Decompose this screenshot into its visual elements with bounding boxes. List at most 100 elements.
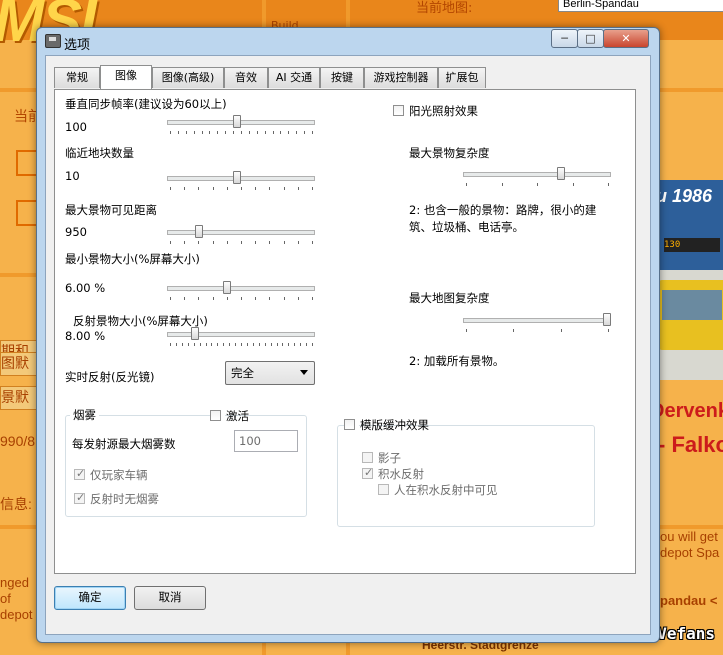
slider-tick (270, 343, 272, 346)
background-text: 990/8 (0, 433, 36, 449)
slider-tick (246, 343, 248, 346)
reflect-object-size-slider[interactable] (167, 327, 315, 348)
object-complexity-slider[interactable] (463, 167, 611, 188)
shadow-checkbox[interactable] (362, 452, 373, 463)
slider-tick (296, 131, 298, 134)
tab-ai-traffic[interactable]: AI 交通 (268, 67, 320, 88)
background-text: depot Spa (660, 545, 720, 560)
slider-tick (255, 297, 257, 300)
slider-tick (198, 187, 200, 190)
background-map-select[interactable]: Berlin-Spandau (558, 0, 723, 12)
slider-tick (198, 241, 200, 244)
slider-ticks (167, 297, 315, 301)
stencil-checkbox[interactable] (344, 419, 355, 430)
slider-thumb[interactable] (190, 327, 199, 340)
slider-tick (560, 329, 562, 332)
slider-tick (513, 329, 515, 332)
slider-tick (184, 297, 186, 300)
slider-tick (297, 241, 299, 244)
slider-tick (288, 131, 290, 134)
tab-addons[interactable]: 扩展包 (438, 67, 486, 88)
slider-tick (608, 183, 609, 186)
minimize-button[interactable]: ─ (551, 29, 578, 48)
tab-graphics-advanced[interactable]: 图像(高级) (152, 67, 224, 88)
slider-ticks (167, 187, 315, 191)
slider-ticks (167, 241, 315, 245)
only-player-label: 仅玩家车辆 (90, 468, 148, 482)
ok-button[interactable]: 确定 (54, 586, 126, 610)
window-title: 选项 (64, 38, 91, 53)
object-distance-slider[interactable] (167, 225, 315, 246)
bus-window (662, 290, 722, 320)
slider-tick (276, 343, 278, 346)
slider-tick (212, 297, 214, 300)
tab-game-controller[interactable]: 游戏控制器 (364, 67, 438, 88)
slider-track[interactable] (167, 286, 315, 291)
stencil-row[interactable]: 模版缓冲效果 (344, 418, 429, 433)
background-map-label: 当前地图: (416, 1, 473, 16)
slider-track[interactable] (463, 318, 611, 323)
map-complexity-slider[interactable] (463, 313, 611, 334)
slider-thumb[interactable] (223, 281, 231, 294)
fog-activate-row[interactable]: 激活 (210, 409, 249, 424)
slider-track[interactable] (167, 176, 315, 181)
slider-tick (282, 343, 284, 346)
background-text: nged (0, 575, 29, 590)
max-smoke-label: 每发射源最大烟雾数 (72, 437, 176, 451)
slider-tick (306, 343, 308, 346)
title-bar[interactable]: 选项 ─ □ ✕ (37, 28, 659, 54)
background-poster: u 1986 130 (652, 180, 723, 380)
slider-tick (241, 131, 242, 134)
slider-tick (177, 131, 179, 134)
slider-tick (312, 241, 313, 244)
slider-tick (241, 241, 242, 244)
slider-tick (241, 297, 242, 300)
tab-sound[interactable]: 音效 (224, 67, 268, 88)
close-button[interactable]: ✕ (603, 29, 649, 48)
app-icon (45, 34, 61, 48)
slider-tick (223, 343, 225, 346)
slider-tick (233, 131, 235, 134)
tab-keys[interactable]: 按键 (320, 67, 364, 88)
max-smoke-value[interactable] (235, 431, 297, 451)
background-label: 图默 (0, 352, 40, 376)
min-object-size-slider[interactable] (167, 281, 315, 302)
slider-tick (297, 297, 299, 300)
fog-activate-label: 激活 (226, 409, 249, 423)
slider-thumb[interactable] (232, 115, 241, 128)
slider-tick (269, 297, 271, 300)
tab-graphics[interactable]: 图像 (100, 65, 152, 89)
slider-thumb[interactable] (603, 313, 611, 326)
slider-tick (226, 187, 228, 190)
fog-activate-checkbox[interactable] (210, 410, 221, 421)
slider-tick (205, 343, 207, 346)
only-player-checkbox[interactable]: ✓ (74, 467, 85, 480)
object-distance-value: 950 (65, 225, 87, 239)
slider-thumb[interactable] (556, 167, 565, 180)
slider-tick (209, 131, 211, 134)
tiles-slider[interactable] (167, 171, 315, 192)
background-text: ou will get (660, 529, 718, 544)
cancel-button[interactable]: 取消 (134, 586, 206, 610)
people-in-reflection-checkbox[interactable] (378, 484, 389, 495)
slider-track[interactable] (463, 172, 611, 177)
no-smoke-reflect-checkbox[interactable]: ✓ (74, 491, 85, 504)
slider-thumb[interactable] (232, 171, 241, 184)
maximize-button[interactable]: □ (577, 29, 604, 48)
realtime-reflection-select[interactable]: 完全 (225, 361, 315, 385)
slider-tick (283, 241, 285, 244)
slider-tick (312, 343, 313, 346)
slider-track[interactable] (167, 332, 315, 337)
sun-glare-checkbox[interactable] (393, 105, 404, 116)
slider-track[interactable] (167, 120, 315, 125)
slider-tick (170, 297, 171, 300)
slider-tick (170, 343, 171, 346)
vsync-slider[interactable] (167, 115, 315, 136)
slider-thumb[interactable] (195, 225, 203, 238)
water-reflection-checkbox[interactable]: ✓ (362, 466, 373, 479)
slider-tick (235, 343, 237, 346)
slider-track[interactable] (167, 230, 315, 235)
slider-tick (226, 241, 228, 244)
tab-general[interactable]: 常规 (54, 67, 100, 88)
max-smoke-input[interactable] (234, 430, 298, 452)
